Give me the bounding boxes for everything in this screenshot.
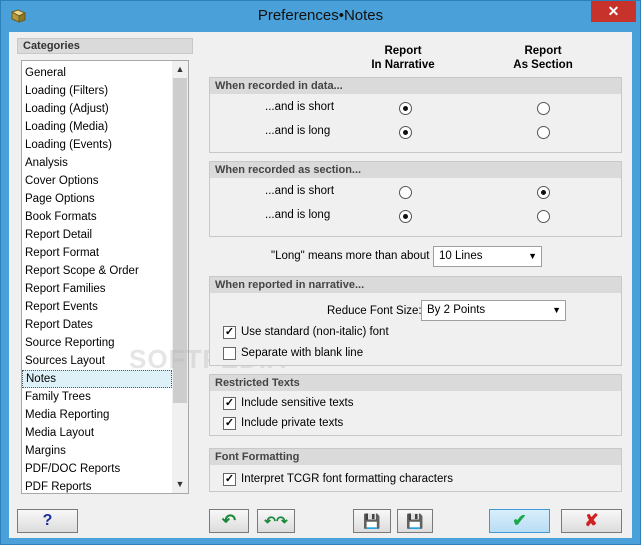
- radio-data-long-section[interactable]: [537, 126, 550, 139]
- radio-data-short-section[interactable]: [537, 102, 550, 115]
- category-item[interactable]: PDF/DOC Reports: [22, 460, 172, 478]
- scroll-thumb[interactable]: [173, 78, 187, 403]
- group-font-formatting: Font Formatting ✓ Interpret TCGR font fo…: [209, 448, 622, 492]
- interpret-tcgr-checkbox[interactable]: ✓: [223, 473, 236, 486]
- long-lines-value: 10 Lines: [439, 250, 483, 262]
- category-item[interactable]: Report Events: [22, 298, 172, 316]
- question-icon: ?: [42, 512, 53, 529]
- undo-all-button[interactable]: ↶↷: [257, 509, 295, 533]
- save-icon: 💾: [363, 513, 381, 529]
- interpret-tcgr-label: Interpret TCGR font formatting character…: [241, 473, 453, 485]
- close-button[interactable]: ✕: [591, 1, 636, 22]
- include-private-label: Include private texts: [241, 417, 344, 429]
- category-item[interactable]: Page Options: [22, 190, 172, 208]
- cancel-button[interactable]: ✘: [561, 509, 622, 533]
- category-item[interactable]: Sources Layout: [22, 352, 172, 370]
- undo-all-icon: ↶↷: [264, 513, 288, 529]
- radio-section-long-narrative[interactable]: [399, 210, 412, 223]
- category-item[interactable]: Margins: [22, 442, 172, 460]
- include-private-checkbox[interactable]: ✓: [223, 417, 236, 430]
- column-header-section: Report As Section: [493, 44, 593, 72]
- use-standard-font-checkbox[interactable]: ✓: [223, 326, 236, 339]
- long-means-label: "Long" means more than about: [271, 250, 430, 262]
- separate-blank-line-checkbox[interactable]: [223, 347, 236, 360]
- category-item[interactable]: Report Scope & Order: [22, 262, 172, 280]
- undo-button[interactable]: ↶: [209, 509, 249, 533]
- group-recorded-in-data: When recorded in data... ...and is short…: [209, 77, 622, 153]
- categories-scrollbar[interactable]: ▲ ▼: [172, 61, 188, 493]
- group-title: When reported in narrative...: [210, 277, 621, 293]
- category-item[interactable]: Media Layout: [22, 424, 172, 442]
- reduce-font-value: By 2 Points: [427, 304, 486, 316]
- radio-data-short-narrative[interactable]: [399, 102, 412, 115]
- group-reported-in-narrative: When reported in narrative... Reduce Fon…: [209, 276, 622, 366]
- chevron-down-icon: ▼: [528, 251, 537, 261]
- group-title: When recorded in data...: [210, 78, 621, 94]
- help-button[interactable]: ?: [17, 509, 78, 533]
- undo-icon: ↶: [221, 511, 237, 530]
- ok-button[interactable]: ✔: [489, 509, 550, 533]
- category-item[interactable]: Report Format: [22, 244, 172, 262]
- categories-items: General Loading (Filters) Loading (Adjust)…: [22, 64, 172, 493]
- cancel-x-icon: ✘: [584, 511, 599, 530]
- category-item[interactable]: Loading (Media): [22, 118, 172, 136]
- radio-section-short-narrative[interactable]: [399, 186, 412, 199]
- radio-data-long-narrative[interactable]: [399, 126, 412, 139]
- category-item[interactable]: Book Formats: [22, 208, 172, 226]
- long-lines-select[interactable]: 10 Lines ▼: [433, 246, 542, 267]
- preferences-window: Preferences•Notes ✕ Categories General Lo…: [0, 0, 641, 545]
- category-item[interactable]: Report Detail: [22, 226, 172, 244]
- long-label: ...and is long: [265, 125, 331, 137]
- column-header-section-line2: As Section: [513, 59, 573, 71]
- column-header-section-line1: Report: [524, 45, 562, 57]
- column-header-narrative: Report In Narrative: [353, 44, 453, 72]
- group-title: Font Formatting: [210, 449, 621, 465]
- category-item[interactable]: Media Reporting: [22, 406, 172, 424]
- category-item[interactable]: Notes: [22, 370, 172, 388]
- column-header-narrative-line2: In Narrative: [371, 59, 435, 71]
- category-item[interactable]: Source Reporting: [22, 334, 172, 352]
- reduce-font-label: Reduce Font Size:: [327, 305, 422, 317]
- category-item[interactable]: Analysis: [22, 154, 172, 172]
- category-item[interactable]: Report Dates: [22, 316, 172, 334]
- group-restricted-texts: Restricted Texts ✓ Include sensitive tex…: [209, 374, 622, 436]
- category-item[interactable]: Cover Options: [22, 172, 172, 190]
- title-bar[interactable]: Preferences•Notes ✕: [1, 1, 640, 31]
- category-item[interactable]: Loading (Events): [22, 136, 172, 154]
- category-item[interactable]: Loading (Filters): [22, 82, 172, 100]
- window-title: Preferences•Notes: [257, 7, 384, 24]
- group-title: Restricted Texts: [210, 375, 621, 391]
- scroll-up-icon[interactable]: ▲: [172, 61, 188, 78]
- group-title: When recorded as section...: [210, 162, 621, 178]
- category-item[interactable]: Report Families: [22, 280, 172, 298]
- short-label: ...and is short: [265, 185, 335, 197]
- chevron-down-icon: ▼: [552, 305, 561, 315]
- categories-header: Categories: [17, 38, 193, 54]
- save-settings-button[interactable]: 💾: [353, 509, 391, 533]
- separate-blank-line-label: Separate with blank line: [241, 347, 364, 359]
- radio-section-long-section[interactable]: [537, 210, 550, 223]
- include-sensitive-label: Include sensitive texts: [241, 397, 354, 409]
- load-icon: 💾: [406, 513, 424, 529]
- scroll-down-icon[interactable]: ▼: [172, 476, 188, 493]
- category-item[interactable]: Loading (Adjust): [22, 100, 172, 118]
- short-label: ...and is short: [265, 101, 335, 113]
- column-header-narrative-line1: Report: [384, 45, 422, 57]
- dialog-body: Categories General Loading (Filters) Loadi…: [9, 32, 632, 538]
- category-item[interactable]: Family Trees: [22, 388, 172, 406]
- category-item[interactable]: General: [22, 64, 172, 82]
- use-standard-font-label: Use standard (non-italic) font: [241, 326, 389, 338]
- radio-section-short-section[interactable]: [537, 186, 550, 199]
- categories-list[interactable]: General Loading (Filters) Loading (Adjust)…: [21, 60, 189, 494]
- include-sensitive-checkbox[interactable]: ✓: [223, 397, 236, 410]
- load-settings-button[interactable]: 💾: [397, 509, 433, 533]
- reduce-font-select[interactable]: By 2 Points ▼: [421, 300, 566, 321]
- category-item[interactable]: PDF Reports: [22, 478, 172, 493]
- long-label: ...and is long: [265, 209, 331, 221]
- checkmark-icon: ✔: [512, 511, 527, 530]
- group-recorded-as-section: When recorded as section... ...and is sh…: [209, 161, 622, 237]
